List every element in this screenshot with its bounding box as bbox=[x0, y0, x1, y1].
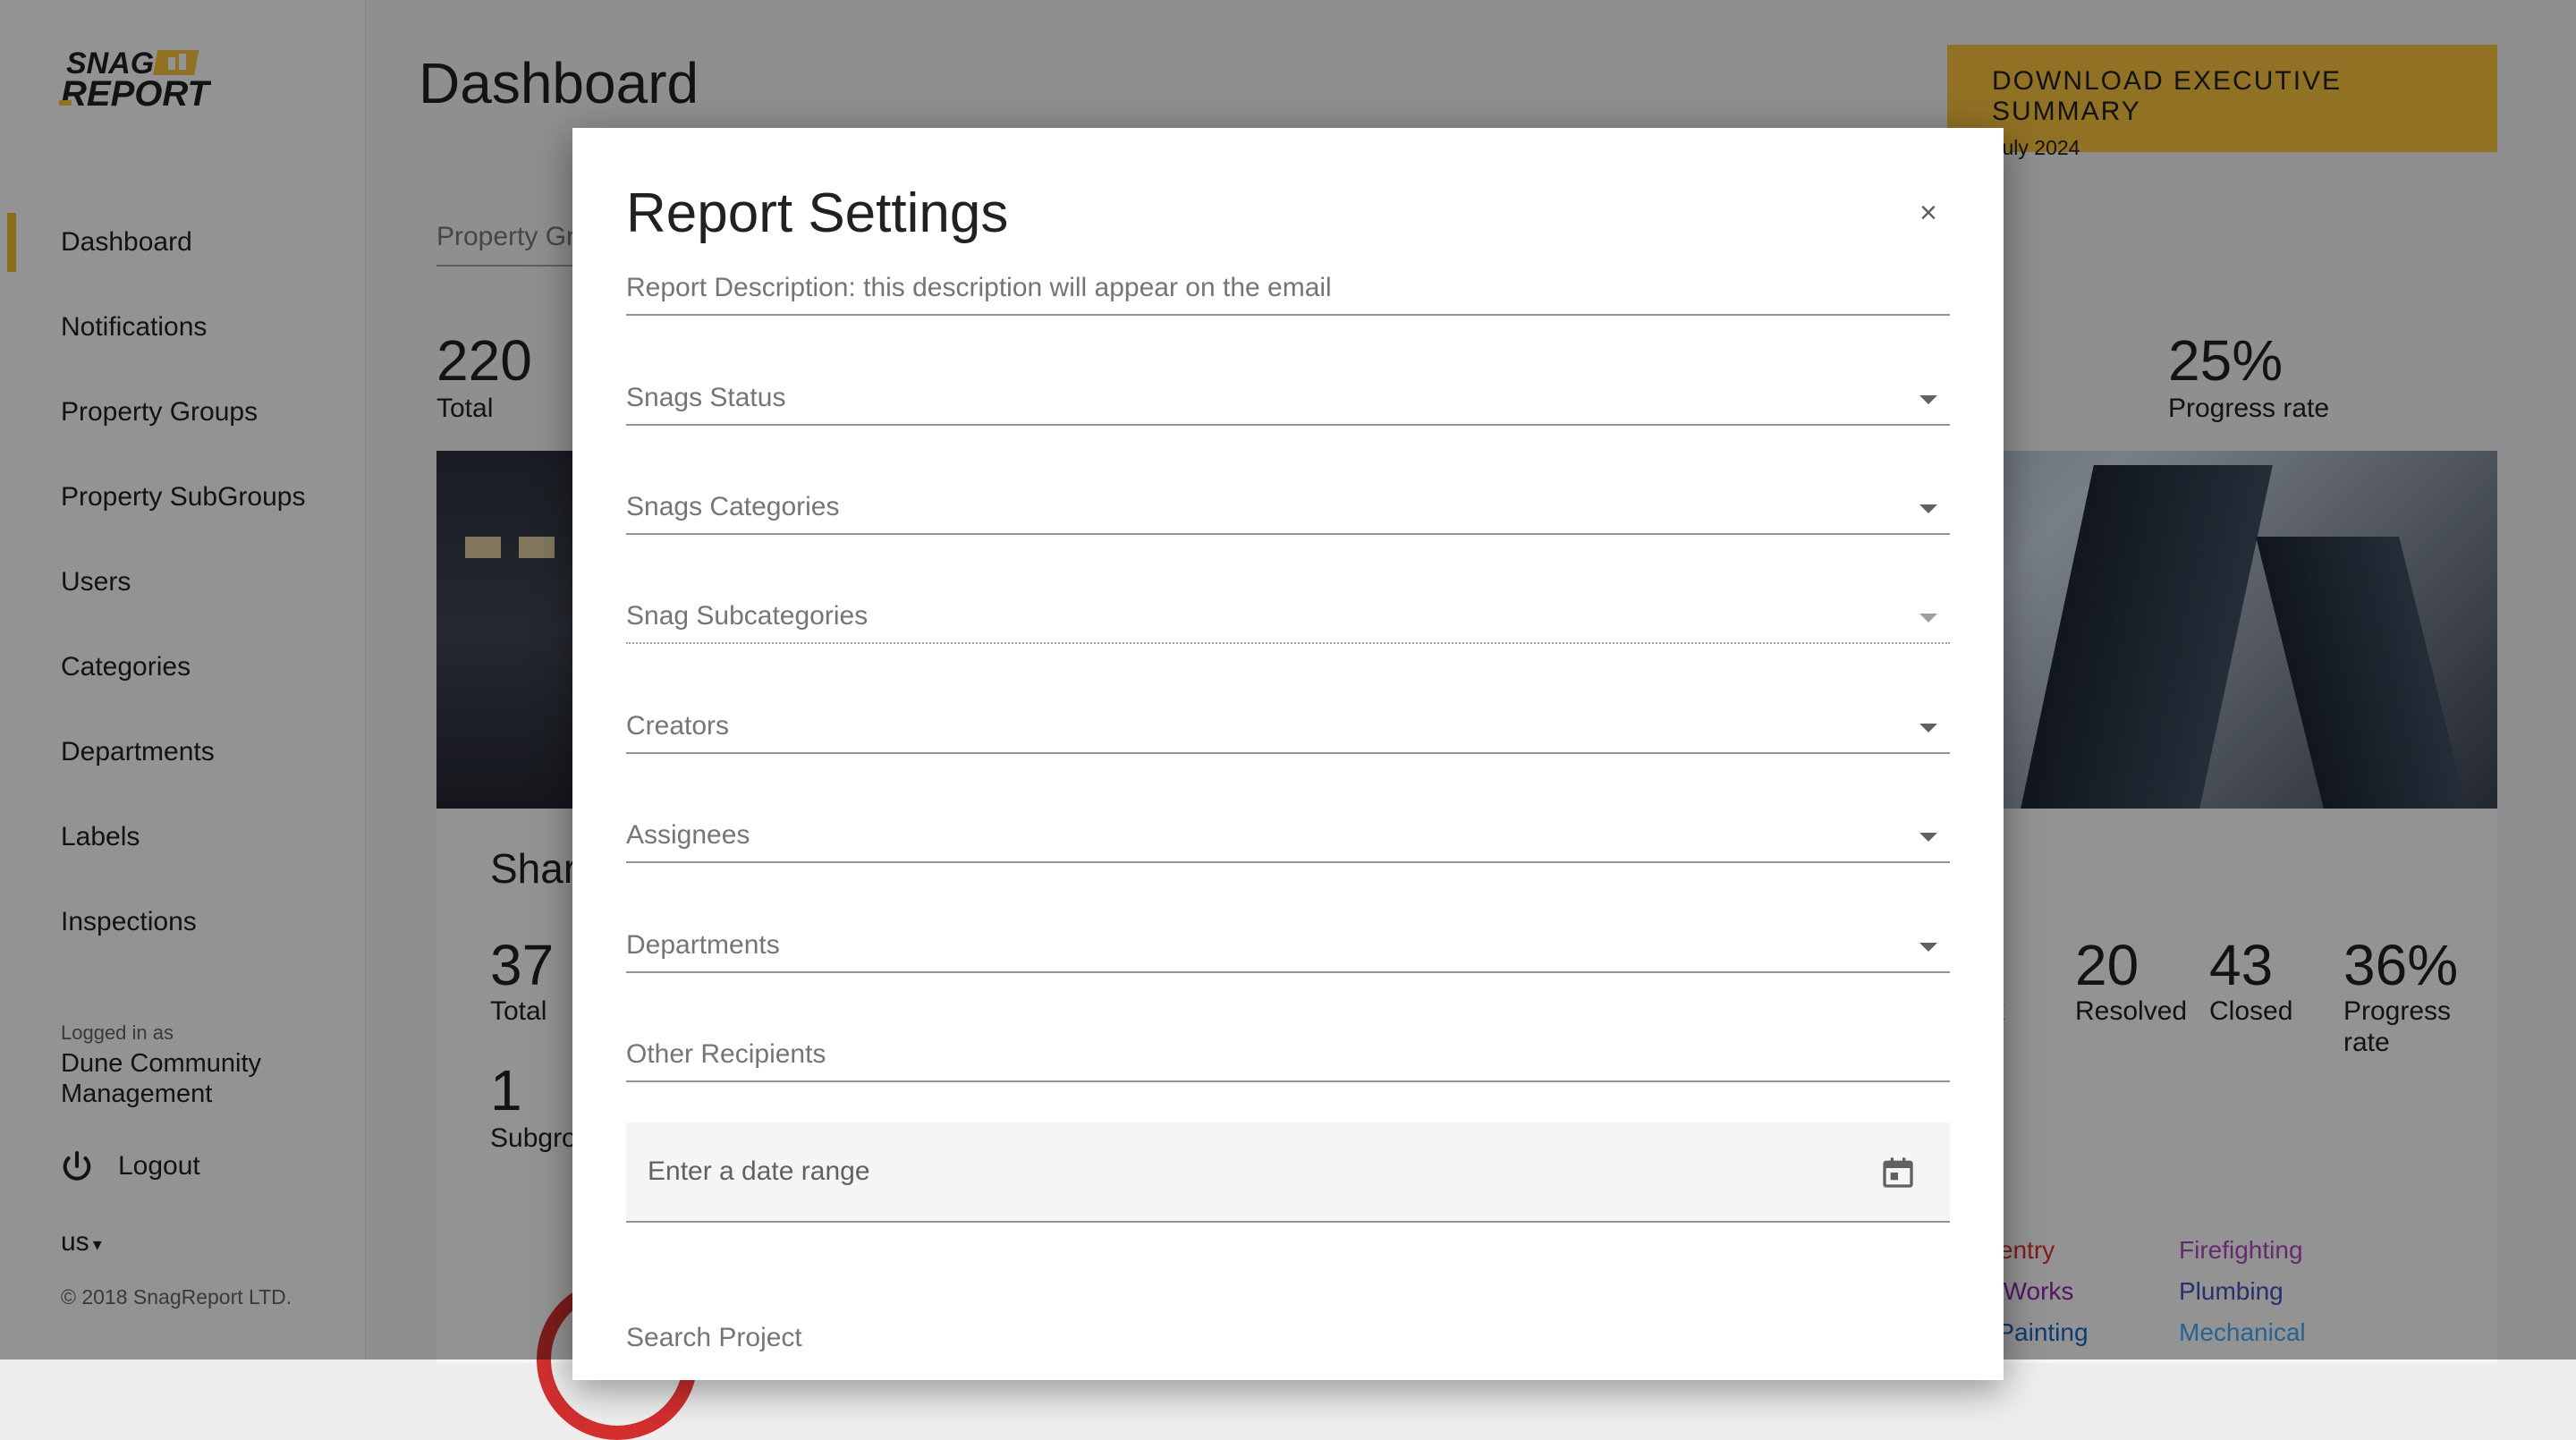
dropdown-arrow-icon bbox=[1919, 724, 1937, 733]
snags-status-label: Snags Status bbox=[626, 383, 786, 412]
report-settings-dialog: Report Settings × Report Description: th… bbox=[572, 128, 2004, 1380]
departments-label: Departments bbox=[626, 930, 780, 960]
snags-categories-select[interactable]: Snags Categories bbox=[626, 481, 1950, 535]
dropdown-arrow-icon bbox=[1919, 504, 1937, 513]
report-description-input[interactable]: Report Description: this description wil… bbox=[626, 262, 1950, 316]
dropdown-arrow-icon bbox=[1919, 943, 1937, 952]
creators-label: Creators bbox=[626, 711, 730, 741]
calendar-icon[interactable] bbox=[1880, 1155, 1916, 1190]
dropdown-arrow-icon bbox=[1919, 395, 1937, 404]
other-recipients-input[interactable]: Other Recipients bbox=[626, 1029, 1950, 1082]
close-button[interactable]: × bbox=[1919, 198, 1937, 228]
date-range-placeholder: Enter a date range bbox=[648, 1156, 870, 1186]
snags-status-select[interactable]: Snags Status bbox=[626, 372, 1950, 426]
assignees-select[interactable]: Assignees bbox=[626, 809, 1950, 863]
date-range-input[interactable]: Enter a date range bbox=[626, 1122, 1950, 1223]
search-project-field[interactable]: Search Project bbox=[626, 1323, 802, 1353]
other-recipients-label: Other Recipients bbox=[626, 1039, 826, 1069]
dialog-title: Report Settings bbox=[626, 182, 1009, 244]
snag-subcategories-select[interactable]: Snag Subcategories bbox=[626, 590, 1950, 644]
dropdown-arrow-icon bbox=[1919, 614, 1937, 623]
snags-categories-label: Snags Categories bbox=[626, 492, 840, 521]
snag-subcategories-label: Snag Subcategories bbox=[626, 601, 869, 631]
assignees-label: Assignees bbox=[626, 820, 750, 850]
creators-select[interactable]: Creators bbox=[626, 700, 1950, 754]
report-description-placeholder: Report Description: this description wil… bbox=[626, 273, 1332, 302]
dropdown-arrow-icon bbox=[1919, 833, 1937, 842]
departments-select[interactable]: Departments bbox=[626, 919, 1950, 973]
